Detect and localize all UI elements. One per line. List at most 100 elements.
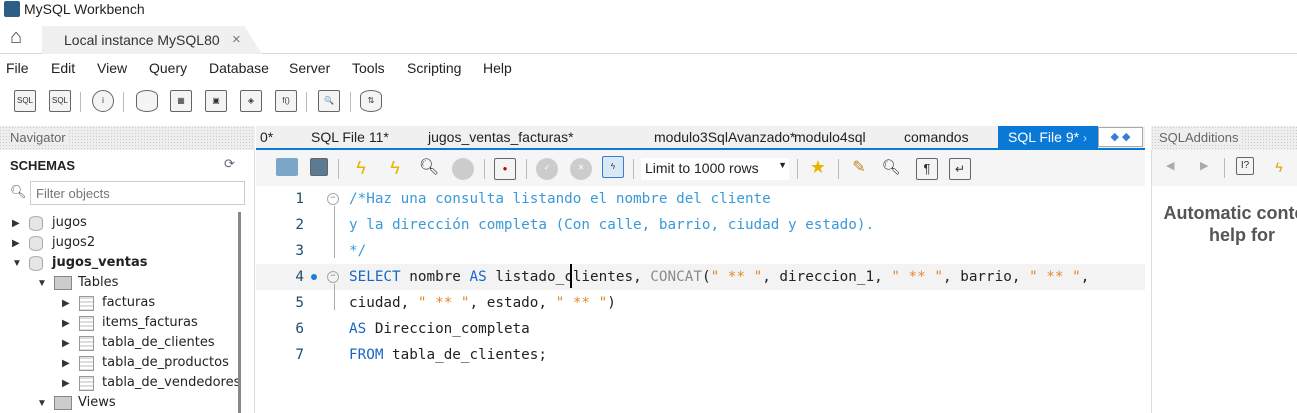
- search-table-data-icon[interactable]: 🔍: [318, 90, 340, 112]
- explain-icon[interactable]: 🔍︎: [418, 158, 440, 180]
- menu-database[interactable]: Database: [209, 60, 269, 76]
- connection-tab[interactable]: Local instance MySQL80 ×: [42, 26, 262, 54]
- editor-tab[interactable]: comandos: [904, 129, 969, 145]
- expand-icon[interactable]: ▶: [62, 338, 70, 349]
- beautify-icon[interactable]: ✎: [848, 158, 870, 180]
- line-number: 1: [295, 191, 304, 207]
- context-help-icon[interactable]: I?: [1236, 157, 1254, 175]
- tree-item-label[interactable]: tabla_de_clientes: [102, 335, 215, 350]
- collapse-icon[interactable]: ▼: [12, 258, 22, 269]
- limit-rows-select[interactable]: Limit to 1000 rows ▼: [641, 158, 789, 180]
- expand-icon[interactable]: ▶: [62, 318, 70, 329]
- table-icon: [79, 356, 94, 371]
- open-sql-script-icon[interactable]: SQL: [49, 90, 71, 112]
- create-procedure-icon[interactable]: ◈: [240, 90, 262, 112]
- code-line[interactable]: 7 FROM tabla_de_clientes;: [256, 342, 1145, 368]
- menu-help[interactable]: Help: [483, 60, 512, 76]
- chevron-down-icon: ▼: [778, 160, 787, 170]
- create-view-icon[interactable]: ▣: [205, 90, 227, 112]
- create-table-icon[interactable]: ▦: [170, 90, 192, 112]
- code-token: " ** ": [555, 295, 608, 311]
- invisible-chars-icon[interactable]: ¶: [916, 158, 938, 180]
- close-icon[interactable]: ›: [1083, 131, 1087, 145]
- collapse-icon[interactable]: ▼: [37, 398, 47, 409]
- menu-edit[interactable]: Edit: [51, 60, 75, 76]
- rollback-icon[interactable]: ✕: [570, 158, 592, 180]
- line-number: 4: [295, 269, 304, 285]
- editor-tab-active[interactable]: SQL File 9* ›: [998, 126, 1098, 150]
- tab-scroll-buttons[interactable]: ◆ ◆: [1098, 127, 1143, 147]
- code-line[interactable]: 1 −/*Haz una consulta listando el nombre …: [256, 186, 1145, 212]
- reconnect-icon[interactable]: ⇅: [360, 90, 382, 112]
- table-icon: [79, 336, 94, 351]
- code-token: y la dirección completa (Con calle, barr…: [349, 217, 875, 233]
- menu-tools[interactable]: Tools: [352, 60, 385, 76]
- code-line[interactable]: 4 − SELECT nombre AS listado_clientes, CON…: [256, 264, 1145, 290]
- fold-icon[interactable]: −: [327, 193, 339, 205]
- menu-file[interactable]: File: [6, 60, 29, 76]
- code-line[interactable]: 5 ciudad, " ** ", estado, " ** "): [256, 290, 1145, 316]
- auto-help-icon[interactable]: ϟ: [1268, 157, 1290, 179]
- tree-item-label[interactable]: Tables: [78, 275, 118, 290]
- navigator-scrollbar[interactable]: [238, 212, 241, 413]
- execute-current-icon[interactable]: ϟ: [384, 158, 406, 180]
- expand-icon[interactable]: ▶: [12, 218, 20, 229]
- expand-icon[interactable]: ▶: [12, 238, 20, 249]
- sql-editor[interactable]: 1−/*Haz una consulta listando el nombre …: [256, 186, 1145, 413]
- execute-icon[interactable]: ϟ: [350, 158, 372, 180]
- expand-icon[interactable]: ▶: [62, 358, 70, 369]
- tree-item-label[interactable]: Views: [78, 395, 116, 410]
- back-icon[interactable]: ◀: [1166, 159, 1174, 172]
- code-line[interactable]: 2 y la dirección completa (Con calle, bar…: [256, 212, 1145, 238]
- menu-query[interactable]: Query: [149, 60, 187, 76]
- code-line[interactable]: 6 AS Direccion_completa: [256, 316, 1145, 342]
- create-schema-icon[interactable]: [136, 90, 158, 112]
- refresh-icon[interactable]: ⟳: [224, 156, 235, 172]
- autocommit-toggle-icon[interactable]: ϟ: [602, 156, 624, 178]
- tree-item-label[interactable]: jugos2: [52, 235, 95, 250]
- menu-scripting[interactable]: Scripting: [407, 60, 461, 76]
- add-snippet-icon[interactable]: ★: [807, 158, 829, 180]
- tree-item-label[interactable]: jugos: [52, 215, 87, 230]
- search-icon: 🔍︎: [10, 184, 27, 199]
- navigator-title: Navigator: [10, 130, 68, 145]
- tree-item-label[interactable]: tabla_de_productos: [102, 355, 229, 370]
- save-icon[interactable]: [310, 158, 328, 176]
- menu-view[interactable]: View: [97, 60, 127, 76]
- inspector-icon[interactable]: i: [92, 90, 114, 112]
- collapse-icon[interactable]: ▼: [37, 278, 47, 289]
- create-function-icon[interactable]: f(): [275, 90, 297, 112]
- expand-icon[interactable]: ▶: [62, 298, 70, 309]
- code-line[interactable]: 3 */: [256, 238, 1145, 264]
- editor-tab[interactable]: SQL File 11*: [311, 129, 389, 145]
- expand-icon[interactable]: ▶: [62, 378, 70, 389]
- tree-item-label[interactable]: items_facturas: [102, 315, 198, 330]
- tree-item-label[interactable]: jugos_ventas: [52, 255, 147, 270]
- code-token: , barrio,: [943, 269, 1030, 285]
- code-token: listado_clientes,: [486, 269, 651, 285]
- code-text: y la dirección completa (Con calle, barr…: [349, 212, 874, 238]
- folder-icon: [54, 396, 72, 410]
- editor-tab[interactable]: jugos_ventas_facturas*: [428, 129, 574, 145]
- context-help-text: Automatic context help for: [1163, 203, 1297, 245]
- find-icon[interactable]: 🔍︎: [880, 158, 902, 180]
- forward-icon[interactable]: ▶: [1200, 159, 1208, 172]
- menu-server[interactable]: Server: [289, 60, 330, 76]
- new-sql-tab-icon[interactable]: SQL: [14, 90, 36, 112]
- stop-icon[interactable]: [452, 158, 474, 180]
- editor-tab[interactable]: modulo4sql: [794, 129, 866, 145]
- editor-tab[interactable]: 0*: [260, 129, 273, 145]
- code-token: SELECT: [349, 269, 401, 285]
- close-icon[interactable]: ×: [232, 31, 241, 48]
- word-wrap-icon[interactable]: ↵: [949, 158, 971, 180]
- fold-icon[interactable]: −: [327, 271, 339, 283]
- home-icon[interactable]: ⌂: [10, 27, 34, 48]
- filter-objects-input[interactable]: [30, 181, 245, 205]
- editor-tab[interactable]: modulo3SqlAvanzado*: [654, 129, 795, 145]
- open-file-icon[interactable]: [276, 158, 298, 176]
- tree-item-label[interactable]: tabla_de_vendedores: [102, 375, 238, 390]
- toggle-error-stop-icon[interactable]: ●: [494, 158, 516, 180]
- statement-marker-icon: [311, 274, 317, 280]
- commit-icon[interactable]: ✓: [536, 158, 558, 180]
- tree-item-label[interactable]: facturas: [102, 295, 155, 310]
